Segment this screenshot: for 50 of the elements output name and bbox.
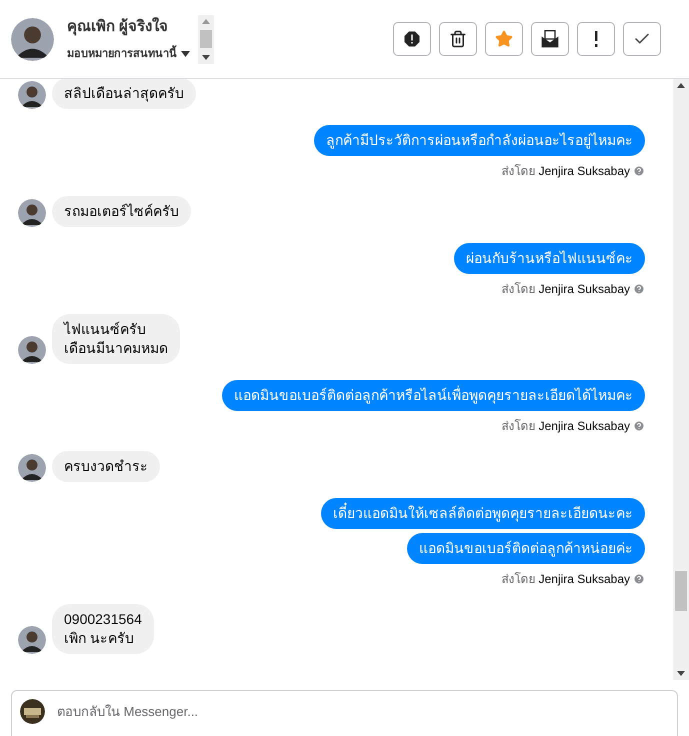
- sender-name: Jenjira Suksabay: [538, 571, 630, 588]
- toolbar-button[interactable]: [531, 22, 569, 56]
- trash-icon: [449, 30, 467, 48]
- incoming-message: สลิปเดือนล่าสุดครับ: [52, 79, 196, 109]
- scrollbar[interactable]: [198, 14, 214, 64]
- sender-name: Jenjira Suksabay: [538, 281, 630, 298]
- sender-name: Jenjira Suksabay: [538, 418, 630, 435]
- toolbar-button[interactable]: [439, 22, 477, 56]
- toolbar-button[interactable]: [577, 22, 615, 56]
- reply-box[interactable]: ตอบกลับใน Messenger...: [11, 690, 678, 736]
- help-icon[interactable]: [633, 165, 645, 177]
- sent-by-label: ส่งโดย: [502, 163, 536, 180]
- scrollbar[interactable]: [673, 79, 689, 680]
- incoming-message: ไฟแนนซ์ครับ เดือนมีนาคมหมด: [52, 314, 180, 364]
- sent-by-label: ส่งโดย: [502, 281, 536, 298]
- contact-name: คุณเพิก ผู้จริงใจ: [67, 16, 170, 38]
- avatar-icon: [11, 18, 54, 60]
- avatar-icon: [18, 199, 46, 227]
- sent-by-label: ส่งโดย: [502, 571, 536, 588]
- page-avatar-icon: [20, 699, 45, 724]
- scroll-down-icon[interactable]: [202, 54, 210, 60]
- star-icon: [495, 30, 513, 48]
- outgoing-message: ผ่อนกับร้านหรือไฟแนนซ์คะ: [454, 243, 645, 274]
- alert-icon: [403, 30, 421, 48]
- outgoing-message: ลูกค้ามีประวัติการผ่อนหรือกำลังผ่อนอะไรอยู่ไหมคะ: [314, 125, 645, 156]
- avatar-icon: [18, 454, 46, 482]
- envelope-icon: [540, 29, 560, 49]
- exclamation-icon: [593, 31, 599, 47]
- sent-by-label: ส่งโดย: [502, 418, 536, 435]
- outgoing-message: เดี๋ยวแอดมินให้เซลล์ติดต่อพูดคุยรายละเอียดนะคะ: [321, 498, 645, 529]
- scroll-thumb[interactable]: [200, 30, 212, 48]
- outgoing-message: แอดมินขอเบอร์ติดต่อลูกค้าหน่อยค่ะ: [407, 533, 645, 564]
- help-icon[interactable]: [633, 420, 645, 432]
- reply-field[interactable]: ตอบกลับใน Messenger...: [57, 699, 677, 724]
- outgoing-message: แอดมินขอเบอร์ติดต่อลูกค้าหรือไลน์เพื่อพูดคุยรายละเอียดได้ไหมคะ: [222, 380, 645, 411]
- help-icon[interactable]: [633, 283, 645, 295]
- caret-icon: [181, 51, 190, 58]
- incoming-message: 0900231564 เพิก นะครับ: [52, 604, 154, 654]
- scroll-up-icon[interactable]: [677, 83, 685, 88]
- toolbar-button[interactable]: [393, 22, 431, 56]
- avatar-icon: [18, 626, 46, 654]
- scroll-down-icon[interactable]: [677, 671, 685, 676]
- sender-name: Jenjira Suksabay: [538, 163, 630, 180]
- avatar-icon: [18, 336, 46, 364]
- assign-dropdown[interactable]: มอบหมายการสนทนานี้: [67, 46, 190, 62]
- scroll-thumb[interactable]: [675, 571, 687, 611]
- incoming-message: รถมอเตอร์ไซค์ครับ: [52, 196, 191, 227]
- help-icon[interactable]: [633, 573, 645, 585]
- incoming-message: ครบงวดชำระ: [52, 451, 160, 482]
- avatar-icon: [18, 81, 46, 109]
